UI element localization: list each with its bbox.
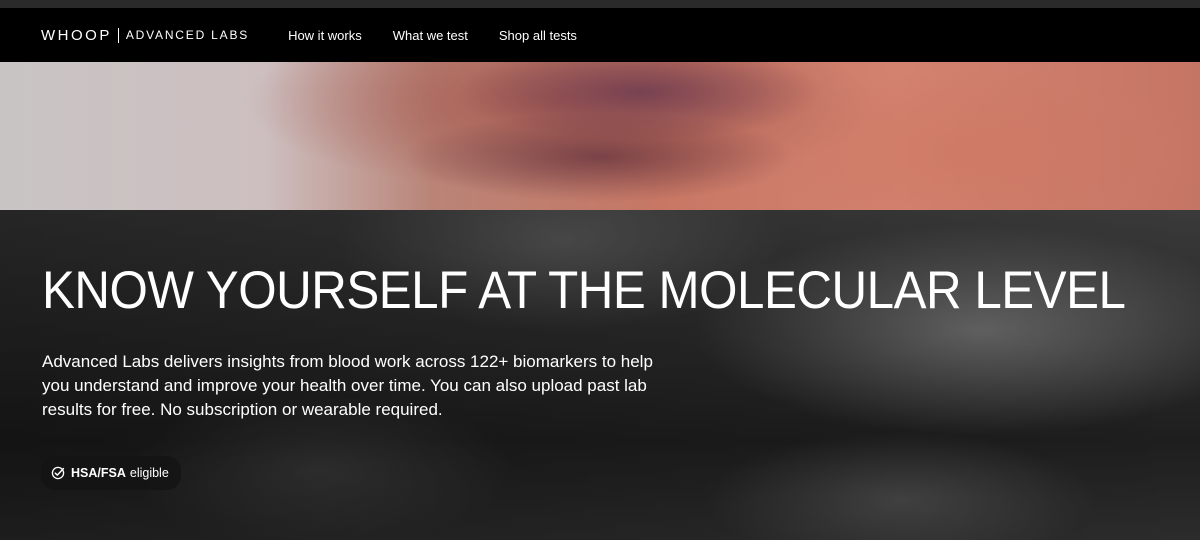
brand-subtitle: ADVANCED LABS [125,28,250,42]
nav-link-how-it-works[interactable]: How it works [288,28,362,43]
hsa-fsa-eligible-badge: HSA/FSA eligible [41,456,181,490]
primary-nav: How it works What we test Shop all tests [288,28,608,43]
hero-description: Advanced Labs delivers insights from blo… [42,352,653,419]
hero-background-shadow [340,102,860,212]
badge-text: eligible [129,466,169,480]
brand-logo-link[interactable]: WHOOP ADVANCED LABS [41,27,249,44]
hero-title: KNOW YOURSELF AT THE MOLECULAR LEVEL [42,261,1126,320]
hero-section: KNOW YOURSELF AT THE MOLECULAR LEVEL Adv… [0,62,1200,540]
nav-link-shop-all-tests[interactable]: Shop all tests [499,28,577,43]
brand-divider [117,27,119,43]
nav-link-what-we-test[interactable]: What we test [393,28,468,43]
browser-top-strip [0,0,1200,8]
top-navigation-bar: WHOOP ADVANCED LABS How it works What we… [0,8,1200,62]
badge-strong-text: HSA/FSA [71,466,126,480]
check-circle-icon [51,466,65,480]
whoop-logo: WHOOP [41,26,112,44]
page: WHOOP ADVANCED LABS How it works What we… [0,0,1200,540]
